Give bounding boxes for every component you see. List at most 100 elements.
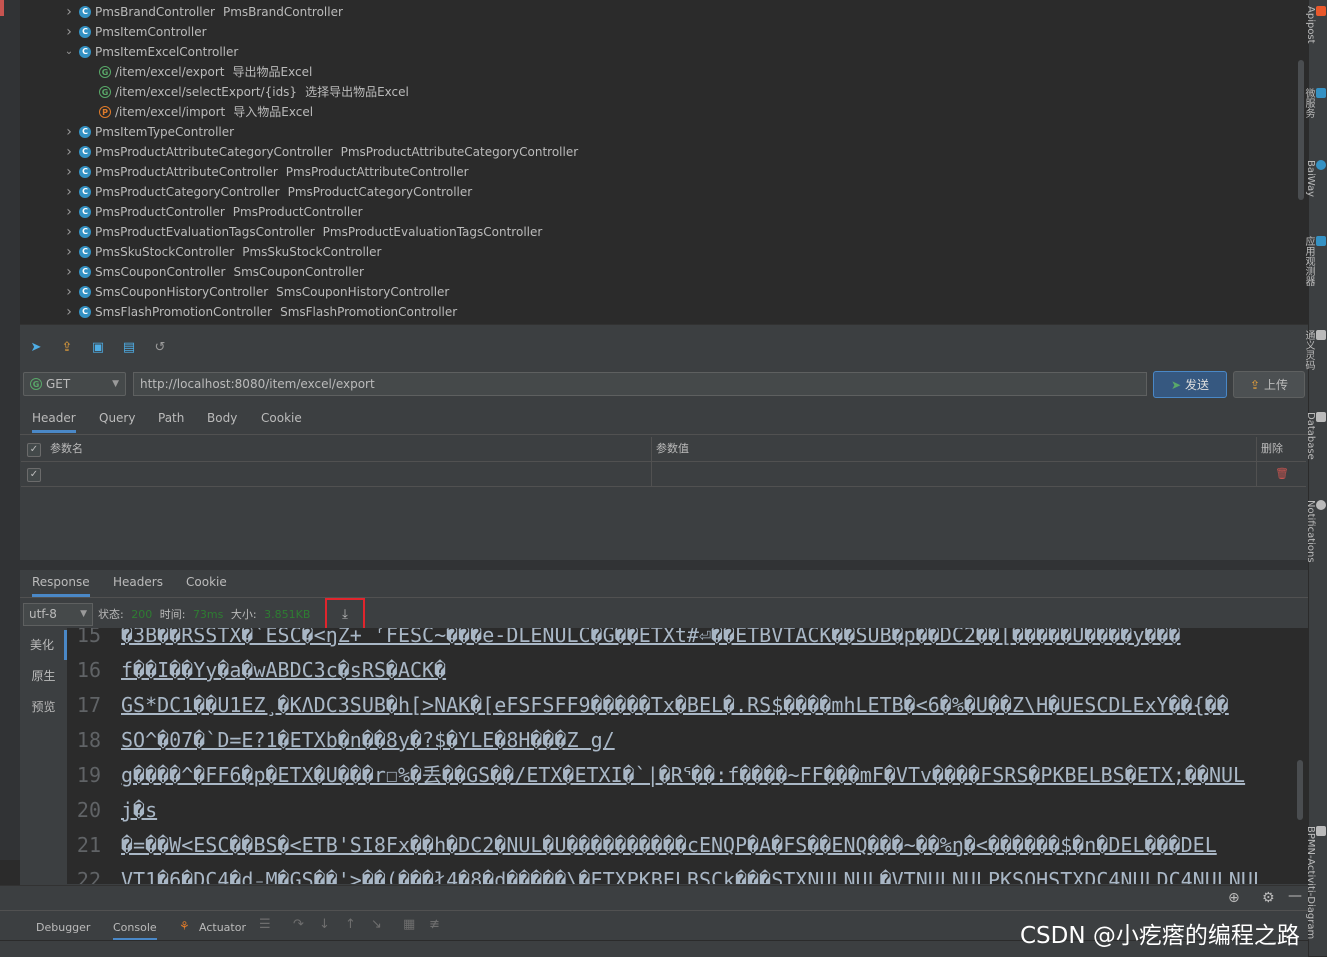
controller-item[interactable]: › C PmsBrandController PmsBrandController xyxy=(63,2,343,22)
class-icon: C xyxy=(79,286,91,298)
chevron-right-icon[interactable]: › xyxy=(63,222,75,242)
view-tab-preview[interactable]: 预览 xyxy=(20,692,67,722)
tab-header[interactable]: Header xyxy=(32,403,76,433)
tree-item-name: PmsItemExcelController xyxy=(95,45,239,59)
controller-item[interactable]: › C SmsFlashPromotionController SmsFlashPro… xyxy=(63,302,457,322)
post-method-icon: P xyxy=(99,106,111,118)
response-body[interactable]: 15 �3B��RSSTX�`ESC�<ŋZ+ ˀFESC~���e-DLENUL… xyxy=(67,628,1308,884)
controller-item[interactable]: › C SmsCouponHistoryController SmsCouponHis… xyxy=(63,282,449,302)
evaluate-icon[interactable]: ▦ xyxy=(403,917,415,932)
minimize-icon[interactable]: — xyxy=(1288,888,1302,904)
tab-debugger[interactable]: Debugger xyxy=(36,918,90,938)
controller-item[interactable]: › C PmsItemTypeController xyxy=(63,122,234,142)
step-over-icon[interactable]: ↷ xyxy=(293,917,304,932)
tree-item-name: PmsProductAttributeCategoryController xyxy=(95,145,333,159)
tool-window-baiway[interactable]: BaiWay xyxy=(1305,160,1326,197)
api-endpoint-item[interactable]: G/item/excel/selectExport/{ids} 选择导出物品Exc… xyxy=(99,82,409,102)
globe-icon[interactable]: ⊕ xyxy=(1228,890,1240,906)
line-text: j�s xyxy=(121,798,158,822)
step-out-icon[interactable]: ↑ xyxy=(345,917,356,932)
response-scrollbar[interactable] xyxy=(1297,760,1303,820)
controller-item[interactable]: › C SmsCouponController SmsCouponController xyxy=(63,262,364,282)
menu-icon[interactable]: ☰ xyxy=(259,917,271,932)
view-tab-pretty[interactable]: 美化 xyxy=(20,630,67,660)
tab-path[interactable]: Path xyxy=(158,403,184,433)
controller-item[interactable]: › C PmsProductAttributeController PmsProduc… xyxy=(63,162,468,182)
api-endpoint-item[interactable]: P/item/excel/import 导入物品Excel xyxy=(99,102,313,122)
select-all-checkbox[interactable]: ✓ xyxy=(27,443,41,457)
controller-item[interactable]: › C PmsProductCategoryController PmsProduct… xyxy=(63,182,472,202)
time-value: 73ms xyxy=(192,608,224,621)
gutter-marker xyxy=(0,0,4,16)
tree-scrollbar[interactable] xyxy=(1298,60,1304,200)
microservice-icon xyxy=(1316,88,1326,98)
tool-window-notifications[interactable]: Notifications xyxy=(1305,500,1326,563)
tab-body[interactable]: Body xyxy=(207,403,237,433)
code-line: 21 �=��W<ESC��BS�<ETB'SI8Fx��h�DC2�NUL�U�… xyxy=(67,828,1308,863)
params-empty-area xyxy=(21,487,1306,560)
row-checkbox[interactable]: ✓ xyxy=(27,468,41,482)
controller-item[interactable]: › C PmsItemController xyxy=(63,22,206,42)
api-tree: › C PmsBrandController PmsBrandController › C… xyxy=(20,0,1308,324)
trace-icon[interactable]: ≢ xyxy=(429,917,440,932)
chevron-right-icon[interactable]: › xyxy=(63,22,75,42)
save-icon[interactable]: ▣ xyxy=(90,340,106,356)
trash-icon[interactable]: 🗑 xyxy=(1275,467,1289,480)
controller-item[interactable]: › C PmsProductController PmsProductControll… xyxy=(63,202,362,222)
upload-button[interactable]: ⇪ 上传 xyxy=(1233,371,1305,398)
column-header-name: 参数名 xyxy=(50,442,83,455)
tab-actuator[interactable]: Actuator xyxy=(199,918,246,938)
bottom-toolbar: ⊕ ⚙ — xyxy=(0,885,1308,911)
get-method-icon: G xyxy=(99,66,111,78)
tool-window-database[interactable]: Database xyxy=(1305,412,1326,460)
chevron-right-icon[interactable]: › xyxy=(63,262,75,282)
param-name-field[interactable] xyxy=(50,462,650,486)
tab-response-headers[interactable]: Headers xyxy=(113,567,163,597)
url-input[interactable]: http://localhost:8080/item/excel/export xyxy=(133,372,1147,396)
chevron-right-icon[interactable]: › xyxy=(63,2,75,22)
tab-console[interactable]: Console xyxy=(113,918,157,940)
run-to-cursor-icon[interactable]: ↘ xyxy=(371,917,382,932)
export-icon[interactable]: ⇪ xyxy=(59,340,75,356)
chevron-right-icon[interactable]: › xyxy=(63,202,75,222)
right-tool-strip: Apipost 微服务 BaiWay 应用观测器 通义灵码 Database N… xyxy=(1303,0,1327,956)
chevron-right-icon[interactable]: › xyxy=(63,122,75,142)
history-icon[interactable]: ↺ xyxy=(152,340,168,356)
encoding-select[interactable]: utf-8 ▼ xyxy=(23,603,93,626)
tab-cookie[interactable]: Cookie xyxy=(261,403,302,433)
tab-response[interactable]: Response xyxy=(32,567,90,597)
chevron-right-icon[interactable]: › xyxy=(63,142,75,162)
api-endpoint-item[interactable]: G/item/excel/export 导出物品Excel xyxy=(99,62,312,82)
tree-item-description: PmsProductEvaluationTagsController xyxy=(322,225,543,239)
chevron-right-icon[interactable]: › xyxy=(63,302,75,322)
tool-window-tongyi[interactable]: 通义灵码 xyxy=(1303,330,1326,370)
controller-item[interactable]: › C PmsProductAttributeCategoryController P… xyxy=(63,142,578,162)
controller-item[interactable]: › C PmsProductEvaluationTagsController PmsP… xyxy=(63,222,542,242)
tab-response-cookie[interactable]: Cookie xyxy=(186,567,227,597)
chevron-right-icon[interactable]: › xyxy=(63,282,75,302)
tool-window-bpmn[interactable]: BPMN-Activiti-Diagram xyxy=(1305,826,1326,939)
chevron-down-icon: ▼ xyxy=(112,379,119,389)
tree-item-description: PmsBrandController xyxy=(222,5,343,19)
controller-item[interactable]: › C PmsSkuStockController PmsSkuStockContro… xyxy=(63,242,381,262)
send-button[interactable]: ➤ 发送 xyxy=(1153,371,1227,398)
send-icon[interactable]: ➤ xyxy=(28,340,44,356)
class-icon: C xyxy=(79,26,91,38)
step-into-icon[interactable]: ↓ xyxy=(319,917,330,932)
document-icon[interactable]: ▤ xyxy=(121,340,137,356)
chevron-right-icon[interactable]: › xyxy=(63,162,75,182)
chevron-right-icon[interactable]: › xyxy=(63,242,75,262)
chevron-right-icon[interactable]: › xyxy=(63,182,75,202)
tab-query[interactable]: Query xyxy=(99,403,135,433)
tool-window-apipost[interactable]: Apipost xyxy=(1305,6,1326,44)
controller-item[interactable]: ⌄ C PmsItemExcelController xyxy=(63,42,239,62)
method-select[interactable]: G GET ▼ xyxy=(23,372,126,396)
column-header-delete: 删除 xyxy=(1261,442,1283,455)
chevron-down-icon[interactable]: ⌄ xyxy=(63,42,75,62)
gear-icon[interactable]: ⚙ xyxy=(1262,890,1275,906)
param-value-field[interactable] xyxy=(656,462,1254,486)
view-tab-raw[interactable]: 原生 xyxy=(20,661,67,691)
tool-window-app-observer[interactable]: 应用观测器 xyxy=(1303,236,1326,286)
tool-window-microservice[interactable]: 微服务 xyxy=(1303,88,1326,118)
download-button[interactable]: ⤓ xyxy=(325,598,365,630)
